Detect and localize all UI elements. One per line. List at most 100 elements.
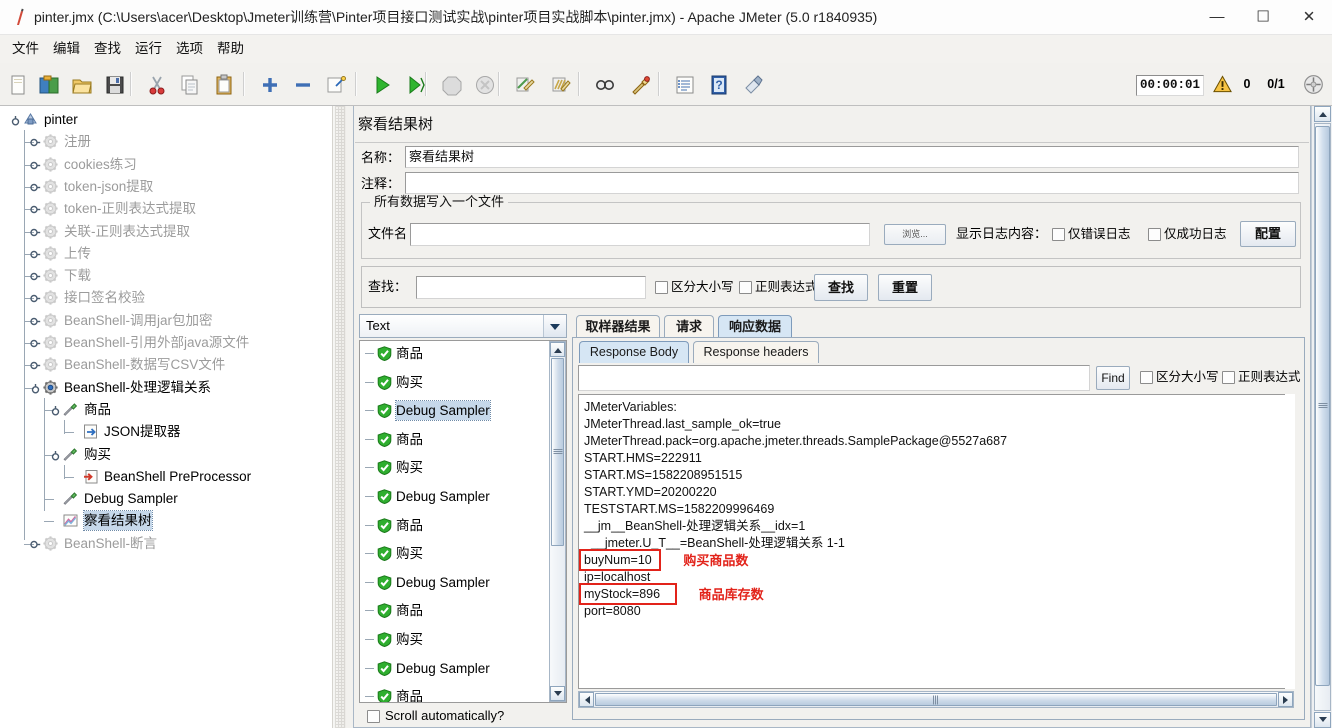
menu-1[interactable]: 文件 <box>6 39 45 59</box>
expander-collapsed-icon[interactable] <box>30 271 41 282</box>
toggle-button[interactable] <box>320 69 352 101</box>
copy-button[interactable] <box>174 69 206 101</box>
expander-expanded-icon[interactable] <box>50 450 61 461</box>
search-reset-button[interactable] <box>625 69 657 101</box>
result-item-9[interactable]: Debug Sampler <box>360 573 548 592</box>
expander-collapsed-icon[interactable] <box>30 160 41 171</box>
browse-button[interactable]: 浏览... <box>884 224 946 245</box>
result-item-3[interactable]: Debug Sampler <box>360 400 548 422</box>
new-button[interactable] <box>2 69 34 101</box>
main-scroll-thumb[interactable] <box>1315 126 1330 686</box>
result-item-7[interactable]: 商品 <box>360 516 548 535</box>
name-input[interactable]: 察看结果树 <box>405 146 1299 168</box>
stop-button[interactable] <box>436 69 468 101</box>
expander-expanded-icon[interactable] <box>50 405 61 416</box>
menu-5[interactable]: 选项 <box>170 39 209 59</box>
expander-collapsed-icon[interactable] <box>30 137 41 148</box>
maximize-button[interactable]: ☐ <box>1240 0 1286 34</box>
filename-input[interactable] <box>410 223 870 246</box>
expander-collapsed-icon[interactable] <box>30 539 41 550</box>
subtab-2[interactable]: Response headers <box>693 341 819 363</box>
result-item-6[interactable]: Debug Sampler <box>360 487 548 506</box>
expander-collapsed-icon[interactable] <box>30 360 41 371</box>
function-helper-button[interactable] <box>669 69 701 101</box>
response-body-hscrollbar[interactable] <box>578 691 1294 708</box>
results-scroll-down-button[interactable] <box>550 686 565 701</box>
tab-3[interactable]: 响应数据 <box>718 315 792 338</box>
hscroll-thumb[interactable] <box>595 693 1277 706</box>
result-item-1[interactable]: 商品 <box>360 344 548 363</box>
undo-button[interactable] <box>737 69 769 101</box>
find-case-sensitive-checkbox[interactable] <box>1140 371 1153 384</box>
clear-all-button[interactable] <box>545 69 577 101</box>
scroll-automatically-checkbox[interactable] <box>367 710 380 723</box>
success-only-checkbox[interactable] <box>1148 228 1161 241</box>
expander-collapsed-icon[interactable] <box>30 182 41 193</box>
expander-collapsed-icon[interactable] <box>30 293 41 304</box>
menu-3[interactable]: 查找 <box>88 39 127 59</box>
render-selector[interactable]: Text <box>359 314 567 338</box>
results-scroll-thumb[interactable] <box>551 358 564 546</box>
main-panel-scrollbar[interactable] <box>1311 106 1332 728</box>
main-scroll-up-button[interactable] <box>1314 106 1331 122</box>
start-button[interactable] <box>366 69 398 101</box>
hscroll-right-button[interactable] <box>1278 692 1293 707</box>
result-item-12[interactable]: Debug Sampler <box>360 659 548 678</box>
cut-button[interactable] <box>141 69 173 101</box>
search-regex-checkbox[interactable] <box>739 281 752 294</box>
menu-6[interactable]: 帮助 <box>211 39 250 59</box>
horizontal-splitter[interactable] <box>346 106 353 728</box>
clear-button[interactable] <box>509 69 541 101</box>
result-item-5[interactable]: 购买 <box>360 458 548 477</box>
reset-button[interactable]: 重置 <box>878 274 932 301</box>
result-item-10[interactable]: 商品 <box>360 601 548 620</box>
expander-expanded-icon[interactable] <box>10 115 21 126</box>
sampler-results-list[interactable]: 商品 购买 Debug Sampler 商品 购买 Debug Sampler 商品 购买 De… <box>359 340 567 703</box>
main-scroll-down-button[interactable] <box>1314 712 1331 728</box>
subtab-1[interactable]: Response Body <box>579 341 689 363</box>
response-body-vscrollbar[interactable] <box>1285 394 1295 689</box>
open-button[interactable] <box>66 69 98 101</box>
search-button[interactable]: 查找 <box>814 274 868 301</box>
expander-expanded-icon[interactable] <box>30 383 41 394</box>
errors-only-checkbox[interactable] <box>1052 228 1065 241</box>
comment-input[interactable] <box>405 172 1299 194</box>
search-input[interactable] <box>416 276 646 299</box>
results-list-scrollbar[interactable] <box>549 341 566 702</box>
tree-scroll-gutter[interactable] <box>332 106 347 728</box>
tab-2[interactable]: 请求 <box>664 315 714 338</box>
results-scroll-up-button[interactable] <box>550 342 565 357</box>
templates-button[interactable] <box>33 69 65 101</box>
search-case-sensitive-checkbox[interactable] <box>655 281 668 294</box>
expander-collapsed-icon[interactable] <box>30 338 41 349</box>
paste-button[interactable] <box>208 69 240 101</box>
start-no-pauses-button[interactable] <box>400 69 432 101</box>
render-selector-arrow[interactable] <box>543 315 566 337</box>
result-item-11[interactable]: 购买 <box>360 630 548 649</box>
find-button[interactable]: Find <box>1096 366 1130 390</box>
shutdown-button[interactable] <box>469 69 501 101</box>
result-item-2[interactable]: 购买 <box>360 373 548 392</box>
menu-2[interactable]: 编辑 <box>47 39 86 59</box>
warning-icon[interactable] <box>1213 75 1232 93</box>
response-body-text[interactable]: JMeterVariables: JMeterThread.last_sample… <box>578 394 1294 689</box>
save-button[interactable] <box>99 69 131 101</box>
minimize-button[interactable]: — <box>1194 0 1240 34</box>
find-regex-checkbox[interactable] <box>1222 371 1235 384</box>
help-button[interactable]: ? <box>703 69 735 101</box>
configure-button[interactable]: 配置 <box>1240 221 1296 247</box>
find-input[interactable] <box>578 365 1090 391</box>
result-item-13[interactable]: 商品 <box>360 687 548 702</box>
result-item-8[interactable]: 购买 <box>360 544 548 563</box>
expand-all-button[interactable] <box>254 69 286 101</box>
expander-collapsed-icon[interactable] <box>30 316 41 327</box>
search-button[interactable] <box>589 69 621 101</box>
tab-1[interactable]: 取样器结果 <box>576 315 660 338</box>
expander-collapsed-icon[interactable] <box>30 227 41 238</box>
expander-collapsed-icon[interactable] <box>30 204 41 215</box>
menu-4[interactable]: 运行 <box>129 39 168 59</box>
result-item-4[interactable]: 商品 <box>360 430 548 449</box>
test-plan-tree[interactable]: pinter 注册 cookies练习 token-json提取 token-正则表达式… <box>0 106 332 728</box>
close-button[interactable]: ✕ <box>1286 0 1332 34</box>
expander-collapsed-icon[interactable] <box>30 249 41 260</box>
